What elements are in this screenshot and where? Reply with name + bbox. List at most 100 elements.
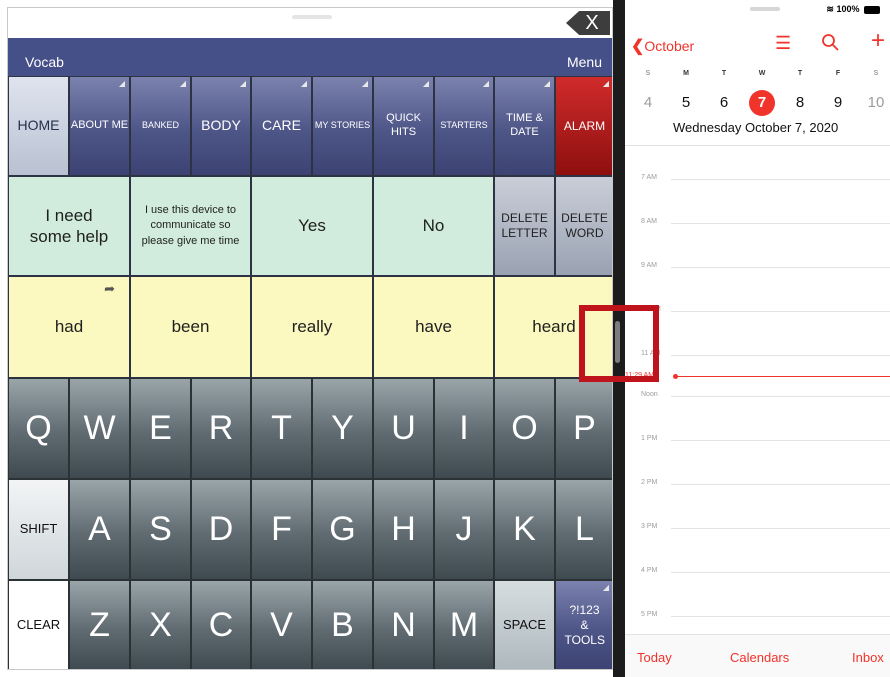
phrase-communicate-button[interactable]: I use this device to communicate so plea…	[130, 176, 251, 276]
category-banked-button[interactable]: ◢ BANKED	[130, 76, 191, 176]
delete-word-button[interactable]: DELETE WORD	[555, 176, 612, 276]
menu-button[interactable]: Menu	[567, 54, 602, 70]
hour-row[interactable]: 10 AM	[625, 306, 890, 318]
key-z[interactable]: Z	[69, 580, 130, 669]
category-quick-hits-button[interactable]: ◢ QUICK HITS	[373, 76, 434, 176]
key-s[interactable]: S	[130, 479, 191, 580]
key-b[interactable]: B	[312, 580, 373, 669]
key-f[interactable]: F	[251, 479, 312, 580]
prediction-word-button[interactable]: really	[251, 276, 373, 378]
day-cell[interactable]: 5	[673, 90, 699, 116]
prediction-word-button[interactable]: ➦ had	[8, 276, 130, 378]
hour-line	[671, 223, 890, 224]
hour-row[interactable]: 4 PM	[625, 567, 890, 579]
hour-row[interactable]: 11 AM	[625, 350, 890, 362]
prediction-word-button[interactable]: have	[373, 276, 494, 378]
aac-top-bar: X	[8, 8, 612, 38]
hour-row[interactable]: 8 AM	[625, 218, 890, 230]
weekday-letter: S	[645, 70, 651, 77]
window-grabber[interactable]	[750, 7, 780, 11]
hour-row[interactable]: 7 AM	[625, 174, 890, 186]
hour-row[interactable]: 9 AM	[625, 262, 890, 274]
hour-row[interactable]: 5 PM	[625, 611, 890, 623]
clear-key[interactable]: CLEAR	[8, 580, 69, 669]
shift-key[interactable]: SHIFT	[8, 479, 69, 580]
weekday-letter: T	[797, 70, 803, 77]
category-alarm-button[interactable]: ◢ ALARM	[555, 76, 612, 176]
list-icon[interactable]: ☰	[775, 33, 791, 54]
today-button[interactable]: Today	[637, 650, 672, 665]
hour-line	[671, 572, 890, 573]
weekday-letter: M	[683, 70, 689, 77]
key-i[interactable]: I	[434, 378, 494, 479]
hour-line	[671, 440, 890, 441]
key-g[interactable]: G	[312, 479, 373, 580]
current-time-line	[675, 376, 890, 377]
hour-row[interactable]: 3 PM	[625, 523, 890, 535]
weekday-letter: F	[835, 70, 841, 77]
delete-letter-button[interactable]: DELETE LETTER	[494, 176, 555, 276]
category-starters-button[interactable]: ◢ STARTERS	[434, 76, 494, 176]
key-p[interactable]: P	[555, 378, 612, 479]
close-button[interactable]: X	[566, 11, 610, 35]
key-d[interactable]: D	[191, 479, 251, 580]
status-right: ≋ 100%	[826, 4, 880, 15]
key-t[interactable]: T	[251, 378, 312, 479]
phrase-yes-button[interactable]: Yes	[251, 176, 373, 276]
key-q[interactable]: Q	[8, 378, 69, 479]
category-body-button[interactable]: ◢ BODY	[191, 76, 251, 176]
day-cell[interactable]: 8	[787, 90, 813, 116]
key-o[interactable]: O	[494, 378, 555, 479]
hour-line	[671, 484, 890, 485]
hour-line	[671, 396, 890, 397]
phrase-no-button[interactable]: No	[373, 176, 494, 276]
key-u[interactable]: U	[373, 378, 434, 479]
category-my-stories-button[interactable]: ◢ MY STORIES	[312, 76, 373, 176]
hour-row[interactable]: 2 PM	[625, 479, 890, 491]
key-y[interactable]: Y	[312, 378, 373, 479]
day-cell[interactable]: 10	[863, 90, 889, 116]
folder-corner-icon: ◢	[300, 79, 307, 88]
key-e[interactable]: E	[130, 378, 191, 479]
folder-corner-icon: ◢	[602, 583, 609, 592]
category-home-button[interactable]: HOME	[8, 76, 69, 176]
category-care-button[interactable]: ◢ CARE	[251, 76, 312, 176]
key-l[interactable]: L	[555, 479, 612, 580]
key-n[interactable]: N	[373, 580, 434, 669]
key-a[interactable]: A	[69, 479, 130, 580]
key-k[interactable]: K	[494, 479, 555, 580]
key-h[interactable]: H	[373, 479, 434, 580]
key-m[interactable]: M	[434, 580, 494, 669]
vocab-button[interactable]: Vocab	[25, 54, 64, 70]
hour-row[interactable]: 1 PM	[625, 435, 890, 447]
back-to-month-button[interactable]: ❮October	[631, 36, 694, 56]
folder-corner-icon: ◢	[239, 79, 246, 88]
hour-row[interactable]: Noon	[625, 391, 890, 403]
calendar-tab-bar: Today Calendars Inbox	[625, 634, 890, 677]
calendars-button[interactable]: Calendars	[730, 650, 789, 665]
window-grabber[interactable]	[292, 15, 332, 19]
search-icon[interactable]	[821, 33, 839, 51]
category-time-date-button[interactable]: ◢ TIME & DATE	[494, 76, 555, 176]
key-w[interactable]: W	[69, 378, 130, 479]
day-cell[interactable]: 9	[825, 90, 851, 116]
hour-line	[671, 267, 890, 268]
prediction-word-button[interactable]: been	[130, 276, 251, 378]
day-cell[interactable]: 6	[711, 90, 737, 116]
space-key[interactable]: SPACE	[494, 580, 555, 669]
key-x[interactable]: X	[130, 580, 191, 669]
key-r[interactable]: R	[191, 378, 251, 479]
plus-icon[interactable]: +	[871, 29, 885, 53]
battery-icon	[864, 5, 880, 14]
selected-day-cell[interactable]: 7	[749, 90, 775, 116]
key-j[interactable]: J	[434, 479, 494, 580]
day-cell[interactable]: 4	[635, 90, 661, 116]
folder-corner-icon: ◢	[422, 79, 429, 88]
phrase-i-need-help-button[interactable]: I need some help	[8, 176, 130, 276]
category-about-me-button[interactable]: ◢ ABOUT ME	[69, 76, 130, 176]
key-v[interactable]: V	[251, 580, 312, 669]
hour-line	[671, 528, 890, 529]
inbox-button[interactable]: Inbox	[852, 650, 884, 665]
key-c[interactable]: C	[191, 580, 251, 669]
symbols-tools-key[interactable]: ◢ ?!123 & TOOLS	[555, 580, 612, 669]
